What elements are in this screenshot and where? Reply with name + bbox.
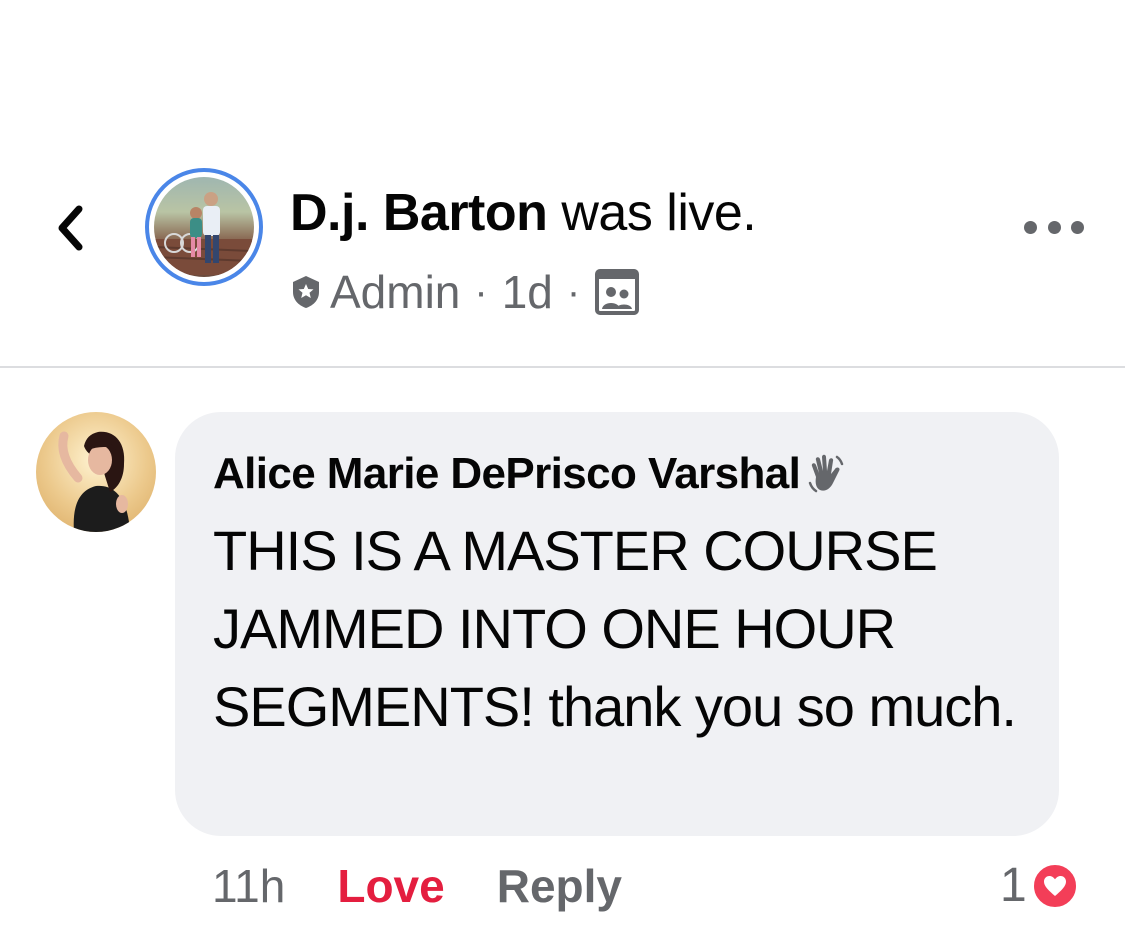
post-title-suffix: was live. bbox=[547, 184, 757, 242]
more-horizontal-icon bbox=[1047, 220, 1061, 234]
more-horizontal-icon bbox=[1071, 220, 1084, 234]
reply-button[interactable]: Reply bbox=[497, 856, 622, 916]
comment-author-row: Alice Marie DePrisco Varshal bbox=[213, 448, 846, 500]
heart-icon bbox=[1030, 862, 1079, 910]
post-meta: Admin · 1d · bbox=[290, 262, 640, 322]
comment-author-name[interactable]: Alice Marie DePrisco Varshal bbox=[213, 448, 801, 500]
group-photo-icon[interactable] bbox=[594, 268, 640, 316]
post-title: D.j. Barton was live. bbox=[290, 180, 757, 246]
comment-author-avatar[interactable] bbox=[36, 412, 156, 532]
more-horizontal-icon bbox=[1024, 220, 1037, 234]
waving-hand-icon[interactable] bbox=[806, 453, 846, 495]
comment-time[interactable]: 11h bbox=[212, 856, 285, 916]
reaction-count: 1 bbox=[1000, 859, 1027, 912]
meta-separator: · bbox=[474, 270, 488, 314]
post-author-avatar[interactable] bbox=[145, 168, 263, 286]
comment-text: THIS IS A MASTER COURSE JAMMED INTO ONE … bbox=[213, 519, 1017, 738]
reaction-summary[interactable]: 1 bbox=[1000, 856, 1079, 916]
love-button[interactable]: Love bbox=[337, 856, 444, 916]
comment-actions: 11h Love Reply bbox=[212, 856, 622, 916]
more-options-button[interactable] bbox=[1024, 210, 1084, 244]
post-author-name[interactable]: D.j. Barton bbox=[290, 184, 548, 242]
header-divider bbox=[0, 366, 1125, 368]
meta-separator: · bbox=[566, 270, 581, 314]
chevron-left-icon bbox=[58, 205, 83, 251]
back-button[interactable] bbox=[48, 198, 92, 258]
comment-bubble[interactable]: Alice Marie DePrisco Varshal THIS IS A M… bbox=[175, 412, 1059, 836]
role-label: Admin bbox=[330, 266, 461, 318]
avatar-photo bbox=[154, 177, 254, 277]
admin-shield-icon bbox=[293, 276, 319, 308]
post-time[interactable]: 1d bbox=[502, 262, 553, 322]
post-comment-screen: D.j. Barton was live. Admin · 1d · Alice… bbox=[0, 0, 1125, 926]
